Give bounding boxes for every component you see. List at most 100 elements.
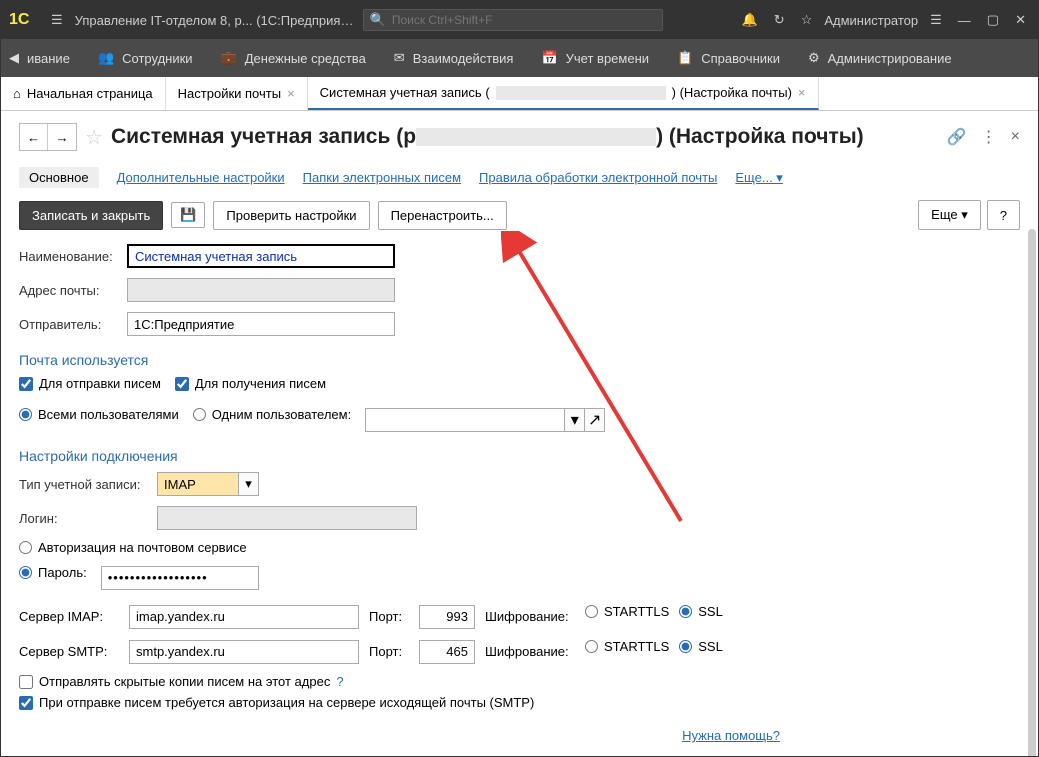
reconfigure-button[interactable]: Перенастроить... (378, 201, 507, 230)
password-input[interactable] (101, 566, 259, 590)
email-input[interactable] (127, 278, 395, 302)
imap-port-input[interactable] (419, 605, 475, 629)
save-button[interactable]: 💾 (171, 202, 205, 228)
all-users-radio[interactable] (19, 408, 32, 421)
smtp-starttls-radio[interactable] (585, 640, 598, 653)
history-icon[interactable]: ↻ (770, 8, 789, 32)
send-checkbox-row[interactable]: Для отправки писем (19, 376, 161, 391)
scrollbar-thumb[interactable] (1028, 229, 1036, 756)
subnav-folders[interactable]: Папки электронных писем (303, 170, 461, 185)
name-label: Наименование: (19, 249, 119, 264)
section-interactions[interactable]: ✉Взаимодействия (380, 39, 528, 77)
toolbar: Записать и закрыть 💾 Проверить настройки… (19, 200, 1020, 230)
receive-checkbox-row[interactable]: Для получения писем (175, 376, 326, 391)
app-title: Управление IT-отделом 8, р... (1С:Предпр… (75, 13, 355, 28)
scrollbar[interactable] (1028, 229, 1036, 756)
section-time[interactable]: 📅Учет времени (527, 39, 663, 77)
global-search[interactable]: 🔍 (363, 9, 663, 31)
imap-starttls-radio[interactable] (585, 605, 598, 618)
auth-service-radio[interactable] (19, 541, 32, 554)
subnav-more[interactable]: Еще... ▾ (735, 170, 782, 186)
port-label: Порт: (369, 609, 409, 624)
bell-icon[interactable]: 🔔 (738, 8, 762, 32)
close-icon[interactable]: ✕ (1011, 8, 1030, 32)
smtp-ssl-radio[interactable] (679, 640, 692, 653)
acct-type-label: Тип учетной записи: (19, 477, 149, 492)
back-button[interactable]: ← (20, 124, 48, 150)
titlebar: 1C ☰ Управление IT-отделом 8, р... (1С:П… (1, 1, 1038, 39)
sender-input[interactable] (127, 312, 395, 336)
redacted (496, 86, 666, 100)
check-settings-button[interactable]: Проверить настройки (213, 201, 369, 230)
close-icon[interactable]: × (798, 85, 806, 100)
name-input[interactable] (127, 244, 395, 268)
one-user-radio[interactable] (193, 408, 206, 421)
open-icon[interactable]: ↗ (585, 408, 605, 432)
subnav-main[interactable]: Основное (19, 167, 99, 188)
star-icon[interactable]: ☆ (797, 8, 817, 32)
one-user-select[interactable]: ▾ ↗ (365, 408, 605, 432)
tab-home[interactable]: ⌂Начальная страница (1, 77, 166, 110)
smtp-auth-checkbox-row[interactable]: При отправке писем требуется авторизация… (19, 695, 1020, 710)
auth-service-radio-row[interactable]: Авторизация на почтовом сервисе (19, 540, 1020, 555)
acct-type-select[interactable]: ▾ (157, 472, 259, 496)
sender-label: Отправитель: (19, 317, 119, 332)
favorite-icon[interactable]: ☆ (85, 125, 103, 150)
user-name[interactable]: Администратор (824, 13, 918, 28)
close-icon[interactable]: × (287, 86, 295, 101)
book-icon: 📋 (677, 50, 693, 66)
one-user-input[interactable] (365, 408, 565, 432)
smtp-server-label: Сервер SMTP: (19, 644, 119, 659)
enc-label: Шифрование: (485, 609, 575, 624)
login-label: Логин: (19, 511, 149, 526)
receive-checkbox[interactable] (175, 377, 189, 391)
settings-icon[interactable]: ☰ (926, 8, 946, 32)
dropdown-icon[interactable]: ▾ (239, 472, 259, 496)
acct-type-input[interactable] (157, 472, 239, 496)
imap-server-input[interactable] (129, 605, 359, 629)
more-icon[interactable]: ⋮ (981, 127, 997, 147)
close-page-icon[interactable]: × (1011, 128, 1020, 146)
all-users-radio-row[interactable]: Всеми пользователями (19, 407, 179, 422)
need-help-link[interactable]: Нужна помощь? (682, 728, 780, 743)
bcc-checkbox[interactable] (19, 675, 33, 689)
send-checkbox[interactable] (19, 377, 33, 391)
sub-nav: Основное Дополнительные настройки Папки … (19, 167, 1020, 188)
help-icon[interactable]: ? (336, 674, 343, 689)
port-label: Порт: (369, 644, 409, 659)
subnav-rules[interactable]: Правила обработки электронной почты (479, 170, 717, 185)
save-close-button[interactable]: Записать и закрыть (19, 201, 163, 230)
page-title: Системная учетная запись (р) (Настройка … (111, 125, 864, 149)
section-money[interactable]: 💼Денежные средства (207, 39, 380, 77)
section-truncated[interactable]: ивание (27, 51, 84, 66)
maximize-icon[interactable]: ▢ (983, 8, 1003, 32)
smtp-port-input[interactable] (419, 640, 475, 664)
subnav-additional[interactable]: Дополнительные настройки (117, 170, 285, 185)
tab-mail-settings[interactable]: Настройки почты× (166, 77, 308, 110)
forward-button[interactable]: → (48, 124, 76, 150)
dropdown-icon[interactable]: ▾ (565, 408, 585, 432)
search-input[interactable] (392, 13, 656, 27)
email-label: Адрес почты: (19, 283, 119, 298)
smtp-server-input[interactable] (129, 640, 359, 664)
password-radio-row[interactable]: Пароль: (19, 565, 87, 580)
calendar-icon: 📅 (541, 50, 557, 66)
section-catalogs[interactable]: 📋Справочники (663, 39, 794, 77)
imap-ssl-radio[interactable] (679, 605, 692, 618)
section-employees[interactable]: 👥Сотрудники (84, 39, 207, 77)
bcc-checkbox-row[interactable]: Отправлять скрытые копии писем на этот а… (19, 674, 1020, 689)
section-bar: ◀ ивание 👥Сотрудники 💼Денежные средства … (1, 39, 1038, 77)
login-input[interactable] (157, 506, 417, 530)
one-user-radio-row[interactable]: Одним пользователем: (193, 407, 351, 422)
password-radio[interactable] (19, 566, 32, 579)
section-admin[interactable]: ⚙Администрирование (794, 39, 966, 77)
section-prev-icon[interactable]: ◀ (1, 50, 27, 66)
minimize-icon[interactable]: — (954, 9, 975, 32)
redacted (416, 128, 656, 146)
tab-system-account[interactable]: Системная учетная запись () (Настройка п… (308, 77, 819, 110)
more-button[interactable]: Еще ▾ (918, 200, 981, 230)
link-icon[interactable]: 🔗 (947, 127, 967, 147)
smtp-auth-checkbox[interactable] (19, 696, 33, 710)
help-button[interactable]: ? (987, 200, 1020, 230)
menu-icon[interactable]: ☰ (47, 8, 67, 32)
